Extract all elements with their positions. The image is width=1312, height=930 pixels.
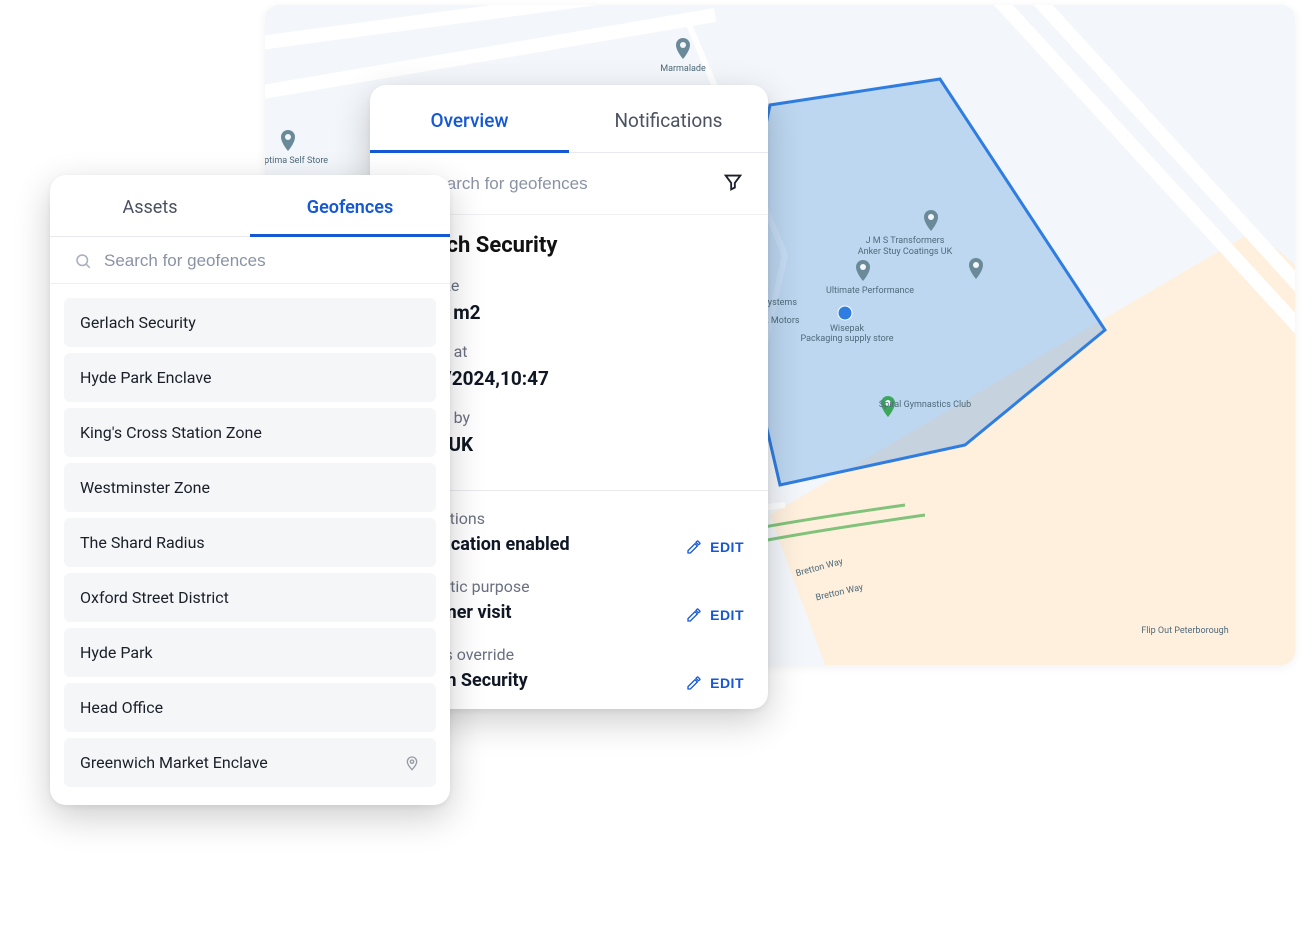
tab-geofences[interactable]: Geofences [250, 175, 450, 236]
list-item[interactable]: Hyde Park [64, 628, 436, 677]
svg-text:Ultimate Performance: Ultimate Performance [826, 286, 914, 296]
geofence-list-panel: Assets Geofences Gerlach Security Hyde P… [50, 175, 450, 805]
list-item[interactable]: Hyde Park Enclave [64, 353, 436, 402]
list-search-input[interactable] [104, 251, 430, 271]
list-item-label: Gerlach Security [80, 313, 196, 332]
svg-text:Optima Self Store: Optima Self Store [265, 156, 328, 166]
svg-text:Marmalade: Marmalade [660, 64, 706, 74]
tab-notifications[interactable]: Notifications [569, 85, 768, 152]
svg-text:Anker Stuy Coatings UK: Anker Stuy Coatings UK [858, 247, 953, 257]
detail-tabs: Overview Notifications [370, 85, 768, 153]
list-item-label: Westminster Zone [80, 478, 210, 497]
svg-text:J M S Transformers: J M S Transformers [866, 236, 945, 246]
pencil-icon [686, 675, 702, 691]
list-item-label: Hyde Park [80, 643, 153, 662]
search-icon [74, 252, 92, 270]
list-item[interactable]: Greenwich Market Enclave [64, 738, 436, 787]
list-item-label: Head Office [80, 698, 163, 717]
list-item[interactable]: Head Office [64, 683, 436, 732]
edit-purpose-button[interactable]: EDIT [686, 607, 744, 623]
svg-text:Spiral Gymnastics Club: Spiral Gymnastics Club [879, 400, 971, 410]
pencil-icon [686, 607, 702, 623]
list-item[interactable]: The Shard Radius [64, 518, 436, 567]
list-item-label: Greenwich Market Enclave [80, 753, 268, 772]
svg-text:Packaging supply store: Packaging supply store [801, 334, 894, 344]
detail-search-input[interactable] [426, 174, 710, 194]
map-pin-icon [404, 755, 420, 771]
edit-label: EDIT [710, 539, 744, 555]
pencil-icon [686, 539, 702, 555]
svg-text:Wisepak: Wisepak [830, 324, 865, 334]
list-item[interactable]: King's Cross Station Zone [64, 408, 436, 457]
edit-label: EDIT [710, 675, 744, 691]
filter-button[interactable] [722, 171, 744, 196]
list-item-label: Oxford Street District [80, 588, 229, 607]
geofence-list: Gerlach Security Hyde Park Enclave King'… [50, 284, 450, 787]
tab-assets[interactable]: Assets [50, 175, 250, 236]
list-item[interactable]: Westminster Zone [64, 463, 436, 512]
list-item-label: Hyde Park Enclave [80, 368, 211, 387]
list-item[interactable]: Gerlach Security [64, 298, 436, 347]
tab-overview[interactable]: Overview [370, 85, 569, 152]
list-item-label: King's Cross Station Zone [80, 423, 262, 442]
edit-notifications-button[interactable]: EDIT [686, 539, 744, 555]
list-item[interactable]: Oxford Street District [64, 573, 436, 622]
edit-address-button[interactable]: EDIT [686, 675, 744, 691]
list-tabs: Assets Geofences [50, 175, 450, 237]
list-item-label: The Shard Radius [80, 533, 205, 552]
svg-text:Flip Out Peterborough: Flip Out Peterborough [1141, 626, 1228, 636]
edit-label: EDIT [710, 607, 744, 623]
filter-icon [722, 171, 744, 193]
list-search-row [50, 237, 450, 284]
